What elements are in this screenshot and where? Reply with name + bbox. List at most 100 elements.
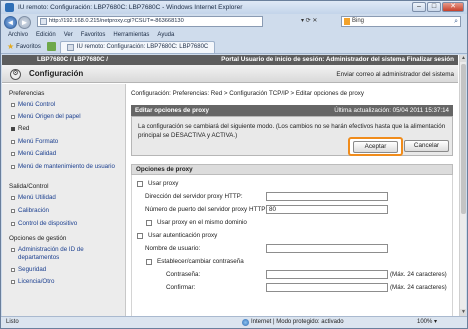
sidebar-item-label: Menú Control bbox=[18, 101, 56, 108]
zoom-control[interactable]: 100% ▾ bbox=[417, 317, 437, 328]
sidebar-item-licencia[interactable]: Licencia/Otro bbox=[11, 278, 122, 286]
confirm-password-field[interactable] bbox=[266, 283, 388, 292]
bullet-icon bbox=[11, 248, 15, 252]
notice-text: La configuración se cambiará del siguien… bbox=[138, 123, 446, 139]
bullet-icon bbox=[11, 165, 15, 169]
breadcrumb: Configuración: Preferencias: Red > Confi… bbox=[131, 90, 364, 97]
search-placeholder: Bing bbox=[352, 18, 365, 24]
status-bar: Listo Internet | Modo protegido: activad… bbox=[1, 316, 467, 328]
password-max-note: (Máx. 24 caracteres) bbox=[390, 271, 447, 278]
address-bar: ◄ ► http://192.168.0.215/netproxy.cgi?CS… bbox=[1, 14, 467, 30]
maximize-button[interactable]: □ bbox=[427, 2, 441, 12]
proxy-port-field[interactable]: 80 bbox=[266, 205, 388, 214]
sidebar-section-title: Preferencias bbox=[9, 90, 45, 97]
use-auth-checkbox[interactable] bbox=[137, 233, 143, 239]
bullet-icon bbox=[11, 115, 15, 119]
menu-archivo[interactable]: Archivo bbox=[8, 32, 28, 38]
menu-ayuda[interactable]: Ayuda bbox=[157, 32, 174, 38]
forward-button[interactable]: ► bbox=[18, 15, 31, 29]
bullet-icon bbox=[11, 127, 15, 131]
scroll-up-arrow-icon[interactable]: ▲ bbox=[460, 55, 466, 62]
edit-title: Editar opciones de proxy bbox=[135, 107, 209, 114]
sidebar-item-id-departamentos[interactable]: Administración de ID de departamentos bbox=[11, 246, 122, 261]
url-input[interactable]: http://192.168.0.215/netproxy.cgi?CSUT=-… bbox=[37, 16, 263, 27]
bullet-icon bbox=[11, 196, 15, 200]
page-title: Configuración bbox=[29, 69, 84, 78]
minimize-button[interactable]: – bbox=[412, 2, 426, 12]
close-button[interactable]: ✕ bbox=[442, 2, 464, 12]
url-text: http://192.168.0.215/netproxy.cgi?CSUT=-… bbox=[49, 18, 184, 24]
menu-favoritos[interactable]: Favoritos bbox=[81, 32, 106, 38]
ok-button-highlight: Aceptar bbox=[348, 137, 403, 156]
password-field[interactable] bbox=[266, 270, 388, 279]
sidebar-item-label: Licencia/Otro bbox=[18, 278, 55, 285]
menu-edicion[interactable]: Edición bbox=[36, 32, 56, 38]
menu-ver[interactable]: Ver bbox=[64, 32, 73, 38]
security-zone-label: Internet | Modo protegido: activado bbox=[251, 319, 344, 325]
sidebar-item-utilidad[interactable]: Menú Utilidad bbox=[11, 194, 122, 202]
scroll-thumb[interactable] bbox=[461, 64, 466, 214]
same-domain-checkbox[interactable] bbox=[146, 220, 152, 226]
sidebar-item-mantenimiento[interactable]: Menú de mantenimiento de usuario bbox=[11, 163, 122, 171]
username-field[interactable] bbox=[266, 244, 388, 253]
sidebar-item-label: Menú Calidad bbox=[18, 150, 57, 157]
proxy-section-title: Opciones de proxy bbox=[131, 164, 453, 175]
favorites-button[interactable]: Favoritos bbox=[16, 44, 41, 50]
sidebar-item-seguridad[interactable]: Seguridad bbox=[11, 266, 122, 274]
confirm-max-note: (Máx. 24 caracteres) bbox=[390, 284, 447, 291]
title-bar[interactable]: IU remoto: Configuración: LBP7680C: LBP7… bbox=[1, 1, 467, 14]
ie-app-icon bbox=[5, 3, 14, 12]
bullet-icon bbox=[11, 209, 15, 213]
back-button[interactable]: ◄ bbox=[4, 15, 17, 29]
cancel-button[interactable]: Cancelar bbox=[404, 140, 449, 152]
bing-icon bbox=[344, 18, 350, 25]
window-title: IU remoto: Configuración: LBP7680C: LBP7… bbox=[18, 4, 243, 11]
window-controls: – □ ✕ bbox=[412, 2, 464, 12]
menu-bar: Archivo Edición Ver Favoritos Herramient… bbox=[1, 30, 467, 40]
ok-button[interactable]: Aceptar bbox=[353, 141, 398, 153]
sidebar-item-red[interactable]: Red bbox=[11, 125, 122, 133]
favorites-bar: ★ Favoritos IU remoto: Configuración: LB… bbox=[1, 40, 467, 54]
bullet-icon bbox=[11, 280, 15, 284]
use-proxy-checkbox[interactable] bbox=[137, 181, 143, 187]
bullet-icon bbox=[11, 152, 15, 156]
page-icon bbox=[40, 18, 47, 25]
refresh-stop-controls[interactable]: ▾ ⟳ ✕ bbox=[301, 17, 317, 24]
browser-tab[interactable]: IU remoto: Configuración: LBP7680C: LBP7… bbox=[59, 40, 216, 53]
sidebar: Preferencias Menú Control Menú Origen de… bbox=[2, 84, 126, 316]
use-proxy-label: Usar proxy bbox=[148, 180, 179, 187]
top-header: LBP7680C / LBP7680C / Portal Usuario de … bbox=[2, 55, 458, 65]
sidebar-item-control-dispositivo[interactable]: Control de dispositivo bbox=[11, 220, 122, 228]
globe-icon bbox=[242, 319, 249, 326]
sidebar-item-calidad[interactable]: Menú Calidad bbox=[11, 150, 122, 158]
set-password-checkbox[interactable] bbox=[146, 259, 152, 265]
status-text: Listo bbox=[6, 319, 19, 325]
password-label: Contraseña: bbox=[166, 271, 201, 278]
sidebar-item-menu-control[interactable]: Menú Control bbox=[11, 101, 122, 109]
favorites-star-icon[interactable]: ★ bbox=[7, 42, 14, 51]
scroll-down-arrow-icon[interactable]: ▼ bbox=[460, 309, 466, 316]
security-zone[interactable]: Internet | Modo protegido: activado bbox=[242, 317, 344, 328]
tab-page-icon bbox=[66, 43, 74, 51]
bullet-icon bbox=[11, 222, 15, 226]
sidebar-item-label: Menú Origen del papel bbox=[18, 113, 81, 120]
portal-info[interactable]: Portal Usuario de inicio de sesión: Admi… bbox=[221, 55, 454, 65]
add-favorite-icon[interactable] bbox=[46, 42, 56, 51]
vertical-scrollbar[interactable]: ▲ ▼ bbox=[459, 55, 466, 316]
menu-herramientas[interactable]: Herramientas bbox=[113, 32, 149, 38]
send-admin-email-link[interactable]: Enviar correo al administrador del siste… bbox=[336, 71, 454, 78]
sidebar-item-label: Menú Utilidad bbox=[18, 194, 56, 201]
proxy-form: Usar proxy Dirección del servidor proxy … bbox=[131, 175, 453, 316]
sidebar-item-calibracion[interactable]: Calibración bbox=[11, 207, 122, 215]
proxy-address-field[interactable] bbox=[266, 192, 388, 201]
sidebar-item-origen-papel[interactable]: Menú Origen del papel bbox=[11, 113, 122, 121]
same-domain-label: Usar proxy en el mismo dominio bbox=[157, 219, 247, 226]
sidebar-item-label: Menú Formato bbox=[18, 138, 59, 145]
search-icon[interactable]: ⌕ bbox=[454, 17, 458, 26]
sidebar-item-formato[interactable]: Menú Formato bbox=[11, 138, 122, 146]
search-input[interactable]: Bing ⌕ bbox=[341, 16, 461, 27]
sidebar-item-label: Calibración bbox=[18, 207, 49, 214]
confirm-label: Confirmar: bbox=[166, 284, 196, 291]
sidebar-item-label: Red bbox=[18, 125, 30, 132]
sidebar-item-label: Administración de ID de departamentos bbox=[18, 246, 84, 261]
